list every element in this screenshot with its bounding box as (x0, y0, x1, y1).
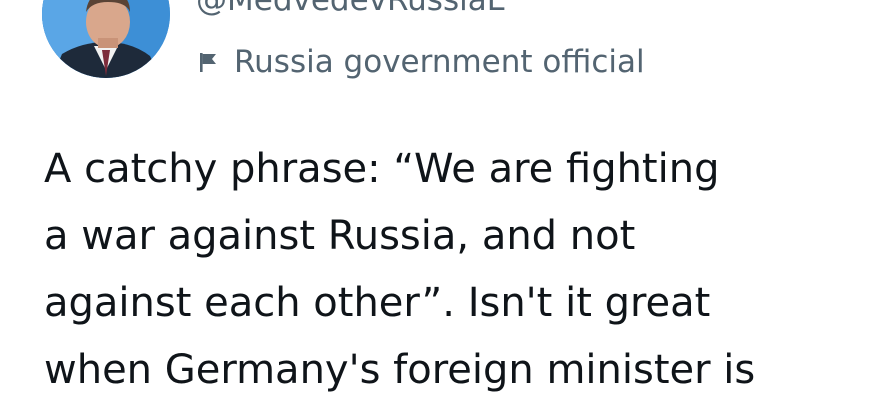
tweet-text-line: A catchy phrase: “We are fighting (44, 146, 720, 192)
tweet-text-line: when Germany's foreign minister is (44, 347, 756, 393)
flag-icon (196, 49, 222, 75)
avatar-photo (42, 0, 170, 78)
avatar[interactable] (42, 0, 170, 78)
tweet-text-line: a war against Russia, and not (44, 213, 636, 259)
account-label-text: Russia government official (234, 44, 645, 80)
tweet-text-line: against each other”. Isn't it great (44, 280, 711, 326)
account-label: Russia government official (196, 42, 645, 82)
tweet-text: A catchy phrase: “We are fighting a war … (44, 136, 864, 400)
author-handle[interactable]: @MedvedevRussiaE (196, 0, 506, 20)
